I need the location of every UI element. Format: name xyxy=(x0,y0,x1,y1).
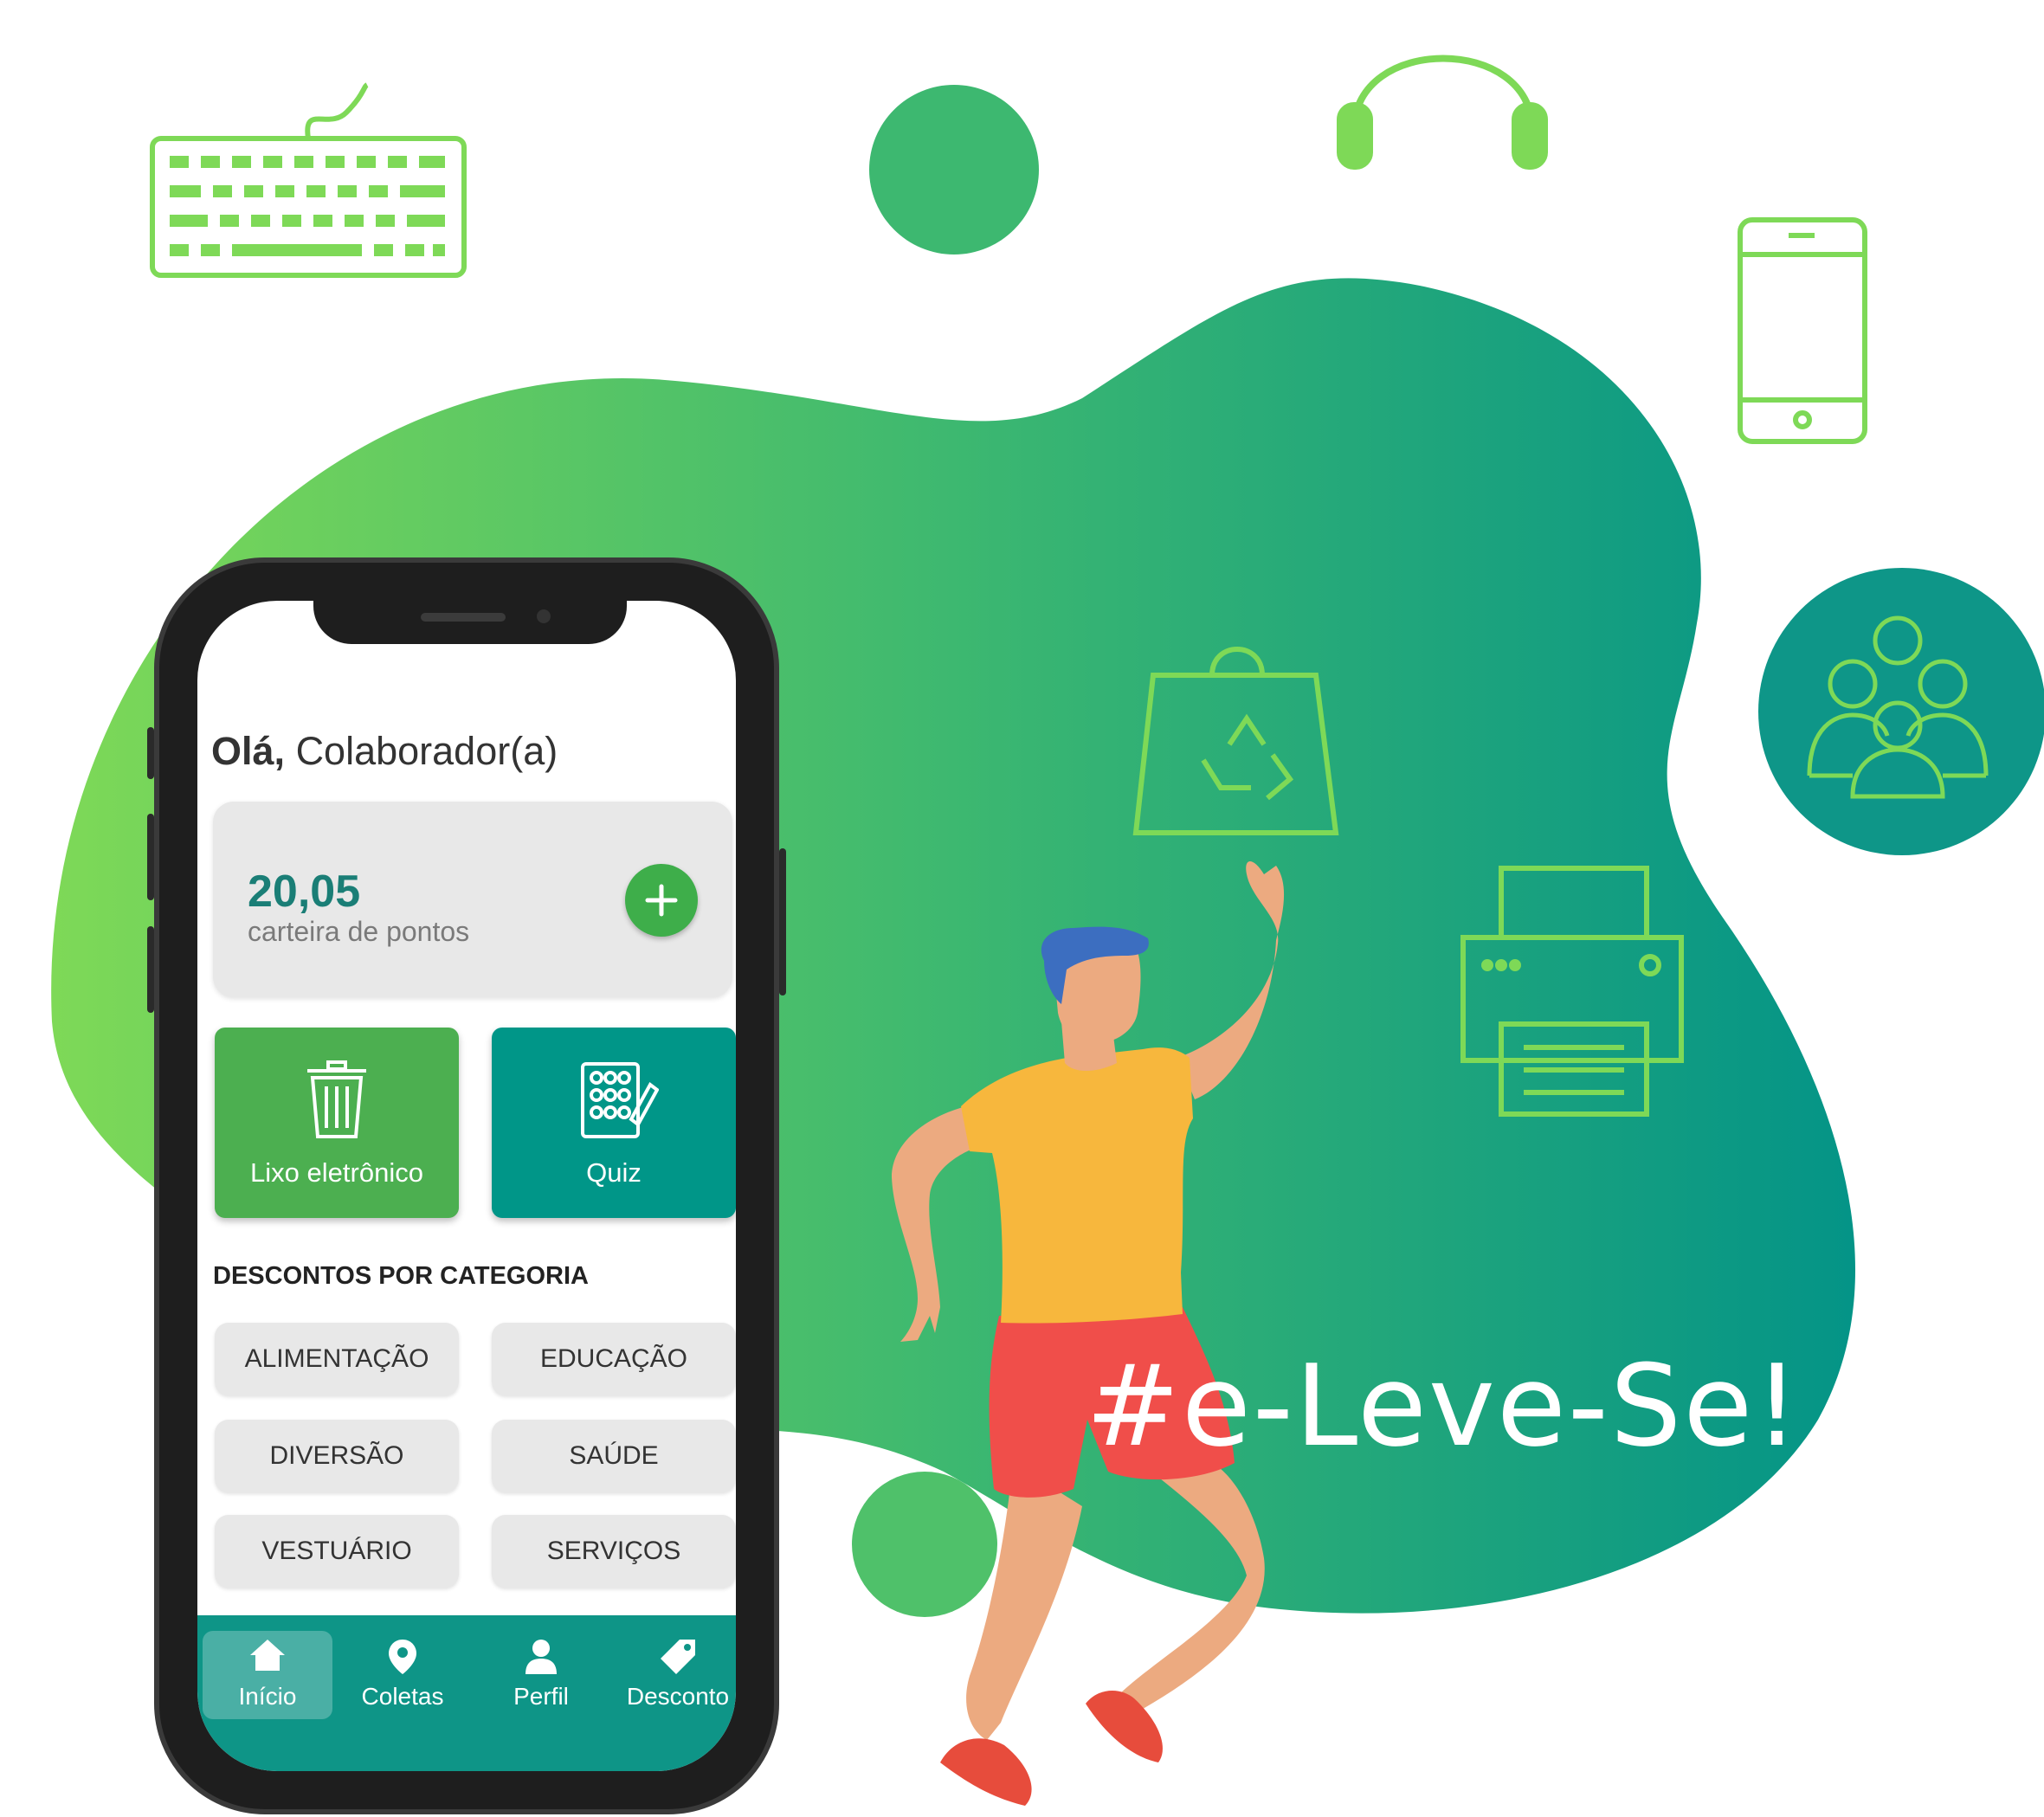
category-chip-servicos[interactable]: SERVIÇOS xyxy=(492,1515,736,1588)
phone-volume-up xyxy=(147,814,154,900)
category-chip-diversao[interactable]: DIVERSÃO xyxy=(215,1420,459,1492)
category-chip-educacao[interactable]: EDUCAÇÃO xyxy=(492,1323,736,1395)
phone-silent-switch xyxy=(147,727,154,779)
lixo-eletronico-tile[interactable]: Lixo eletrônico xyxy=(215,1028,459,1218)
home-icon xyxy=(250,1640,285,1671)
greeting-hello: Olá, xyxy=(211,729,286,773)
green-dot-bottom xyxy=(852,1472,997,1617)
keyboard-icon xyxy=(150,82,467,278)
greeting-user-name: Colaborador(a) xyxy=(295,729,558,773)
quiz-icon xyxy=(581,1062,659,1138)
phone-power-button xyxy=(779,848,786,995)
phone-speaker xyxy=(421,613,506,622)
quiz-label: Quiz xyxy=(586,1157,642,1188)
green-dot-top xyxy=(869,85,1039,255)
nav-label-coletas: Coletas xyxy=(361,1683,444,1710)
headphones-icon xyxy=(1337,55,1548,170)
discounts-section-title: DESCONTOS POR CATEGORIA xyxy=(213,1262,589,1290)
teal-circle-people xyxy=(1758,568,2044,855)
add-points-button[interactable] xyxy=(625,864,698,937)
tag-icon xyxy=(661,1640,695,1674)
campaign-hashtag: #e-Leve-Se! xyxy=(1086,1340,1802,1472)
points-value: 20,05 xyxy=(248,867,361,917)
location-pin-icon xyxy=(389,1640,416,1674)
trash-icon xyxy=(307,1060,366,1138)
nav-item-coletas[interactable]: Coletas xyxy=(338,1631,467,1719)
points-wallet-card[interactable]: 20,05 carteira de pontos xyxy=(213,802,732,997)
nav-item-perfil[interactable]: Perfil xyxy=(476,1631,606,1719)
nav-label-perfil: Perfil xyxy=(513,1683,569,1710)
app-screen: Olá, Colaborador(a) 20,05 carteira de po… xyxy=(197,601,736,1771)
phone-mockup: Olá, Colaborador(a) 20,05 carteira de po… xyxy=(147,557,786,1814)
nav-item-desconto[interactable]: Desconto xyxy=(613,1631,736,1719)
user-icon xyxy=(526,1640,557,1674)
smartphone-icon xyxy=(1738,217,1867,444)
bottom-navigation: Início Coletas Perfil Desconto xyxy=(197,1615,736,1771)
phone-volume-down xyxy=(147,926,154,1013)
quiz-tile[interactable]: Quiz xyxy=(492,1028,736,1218)
greeting-text: Olá, Colaborador(a) xyxy=(211,729,558,774)
front-camera xyxy=(537,609,551,623)
category-chip-vestuario[interactable]: VESTUÁRIO xyxy=(215,1515,459,1588)
points-label: carteira de pontos xyxy=(248,916,470,947)
category-chip-alimentacao[interactable]: ALIMENTAÇÃO xyxy=(215,1323,459,1395)
nav-label-desconto: Desconto xyxy=(626,1683,730,1710)
nav-label-inicio: Início xyxy=(238,1683,297,1710)
category-chip-saude[interactable]: SAÚDE xyxy=(492,1420,736,1492)
nav-item-inicio[interactable]: Início xyxy=(203,1631,332,1719)
lixo-eletronico-label: Lixo eletrônico xyxy=(250,1157,423,1188)
plus-icon xyxy=(645,884,678,917)
phone-notch xyxy=(313,601,627,644)
